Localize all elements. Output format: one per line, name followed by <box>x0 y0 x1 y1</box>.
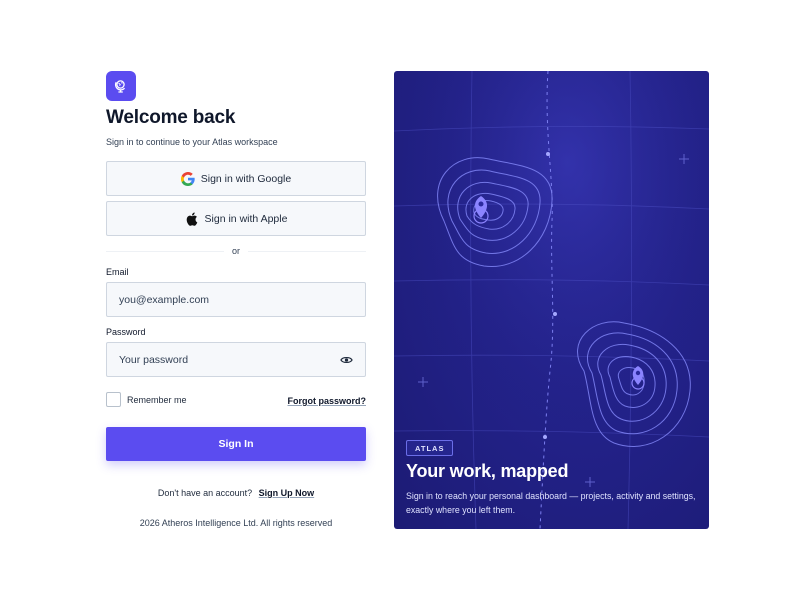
brand-badge: ATLAS <box>406 440 454 456</box>
forgot-password-link[interactable]: Forgot password? <box>288 396 367 406</box>
email-label: Email <box>106 267 129 277</box>
apple-signin-button[interactable]: Sign in with Apple <box>106 201 366 236</box>
email-field-container <box>106 282 366 317</box>
footer-copyright: 2026 Atheros Intelligence Ltd. All right… <box>139 518 333 528</box>
signup-prompt: Don't have an account? <box>157 488 253 498</box>
divider-text: or <box>223 246 249 256</box>
password-field[interactable] <box>119 353 340 366</box>
google-signin-button[interactable]: Sign in with Google <box>106 161 366 196</box>
page-subtitle: Sign in to continue to your Atlas worksp… <box>106 137 278 147</box>
hero-description: Sign in to reach your personal dashboard… <box>406 491 696 515</box>
remember-me-row: Remember me <box>106 392 187 407</box>
password-label: Password <box>106 327 146 337</box>
hero-panel: ATLAS Your work, mapped Sign in to reach… <box>394 71 709 529</box>
or-divider: or <box>106 246 366 256</box>
apple-signin-label: Sign in with Apple <box>204 212 288 225</box>
login-panel: Welcome back Sign in to continue to your… <box>106 71 366 528</box>
remember-me-checkbox[interactable] <box>106 392 121 407</box>
google-signin-label: Sign in with Google <box>200 172 292 185</box>
page-title: Welcome back <box>106 107 236 128</box>
remember-me-label: Remember me <box>127 394 187 405</box>
signup-row: Don't have an account? Sign Up Now <box>106 488 366 498</box>
globe-icon <box>114 80 126 93</box>
sign-in-button[interactable]: Sign In <box>106 427 366 461</box>
email-field[interactable] <box>119 293 353 306</box>
app-logo <box>106 71 136 101</box>
sign-up-link[interactable]: Sign Up Now <box>259 488 315 498</box>
apple-icon <box>185 211 199 226</box>
google-icon <box>180 171 195 186</box>
password-field-container <box>106 342 366 377</box>
hero-title: Your work, mapped <box>406 461 569 481</box>
show-password-icon[interactable] <box>340 353 353 367</box>
